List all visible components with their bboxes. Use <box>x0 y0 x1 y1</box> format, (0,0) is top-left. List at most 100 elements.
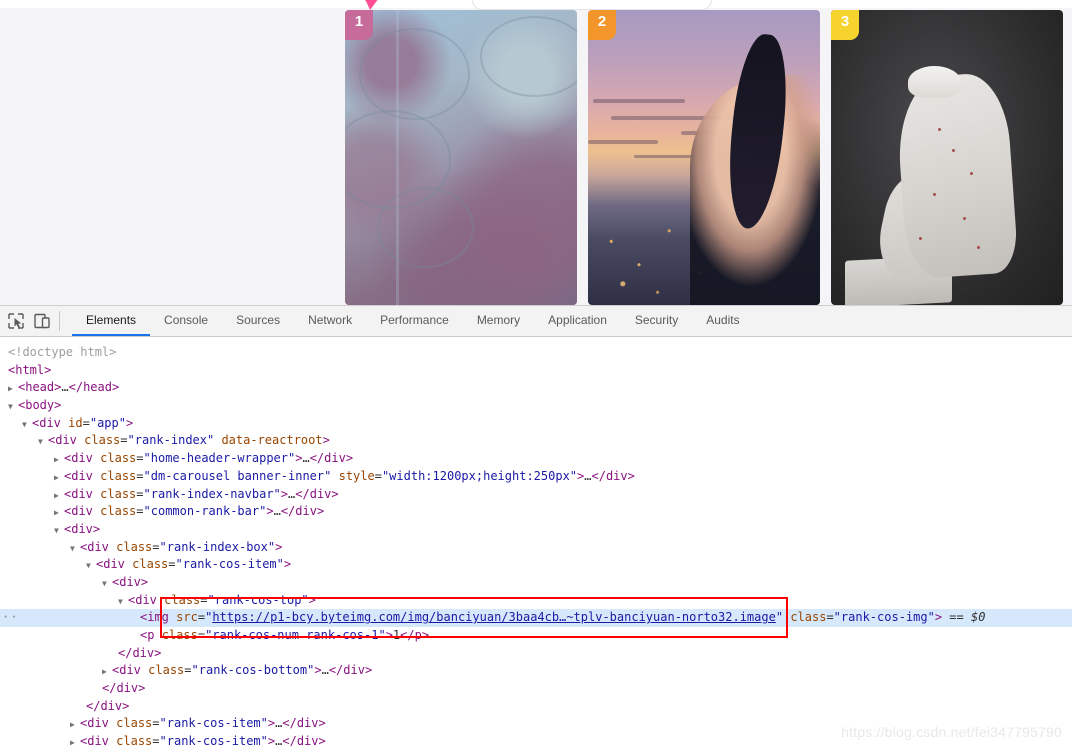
dom-line-selected-img[interactable]: ·· <img src="https://p1-bcy.byteimg.com/i… <box>0 609 1072 627</box>
tag-div-close: div <box>324 451 346 466</box>
tab-security[interactable]: Security <box>621 306 692 336</box>
tab-memory[interactable]: Memory <box>463 306 534 336</box>
doctype-text: <!doctype html> <box>8 345 117 359</box>
devtools-tab-bar: Elements Console Sources Network Perform… <box>72 306 754 336</box>
devtools-panel: Elements Console Sources Network Perform… <box>0 305 1072 748</box>
twisty-rank-index-icon[interactable] <box>38 432 48 451</box>
dom-line-rank-cos-item-open[interactable]: <div class="rank-cos-item"> <box>0 556 1072 574</box>
dom-line-plain-div[interactable]: <div> <box>0 521 1072 539</box>
tab-performance[interactable]: Performance <box>366 306 463 336</box>
attr-class-value: "rank-cos-img" <box>833 610 935 625</box>
attr-class: class <box>132 557 169 572</box>
tag-div-close: div <box>605 468 628 483</box>
dom-line-rank-cos-num[interactable]: <p class="rank-cos-num rank-cos-1">1</p> <box>0 627 1072 645</box>
page-top-search-pill[interactable] <box>472 0 712 10</box>
rank-card-2[interactable]: 2 <box>588 10 820 305</box>
twisty-icon[interactable] <box>54 468 64 487</box>
tag-div: div <box>71 451 93 466</box>
twisty-app-icon[interactable] <box>22 415 32 434</box>
dom-line-app[interactable]: <div id="app"> <box>0 415 1072 433</box>
twisty-icon[interactable] <box>70 539 80 558</box>
dom-line-close-inner-div: </div> <box>102 681 146 696</box>
twisty-icon[interactable] <box>54 521 64 540</box>
tab-elements[interactable]: Elements <box>72 306 151 336</box>
dom-line-dm-carousel[interactable]: <div class="dm-carousel banner-inner" st… <box>0 468 1072 486</box>
rank-card-2-photo <box>588 10 820 305</box>
twisty-icon[interactable] <box>54 503 64 522</box>
dom-line-rank-index-box[interactable]: <div class="rank-index-box"> <box>0 539 1072 557</box>
rank-card-3[interactable]: 3 <box>831 10 1063 305</box>
dom-line-rank-index-navbar[interactable]: <div class="rank-index-navbar">…</div> <box>0 486 1072 504</box>
tag-div: div <box>119 574 141 589</box>
rank-badge: 3 <box>831 10 859 40</box>
tag-html: html <box>15 362 45 377</box>
twisty-icon[interactable] <box>54 450 64 469</box>
tag-div: div <box>71 468 93 483</box>
attr-class-value: "rank-cos-top" <box>207 592 309 607</box>
collapsed-ellipsis: … <box>302 451 310 466</box>
collapsed-ellipsis: … <box>61 380 69 395</box>
device-toolbar-icon[interactable] <box>32 311 52 331</box>
selected-node-ref: == $0 <box>949 610 986 625</box>
tag-head-close: head <box>83 380 112 395</box>
twisty-icon[interactable] <box>70 733 80 752</box>
attr-style: style <box>338 468 375 483</box>
dom-line-doctype: <!doctype html> <box>0 344 1072 362</box>
toolbar-separator <box>59 311 60 331</box>
tab-application[interactable]: Application <box>534 306 621 336</box>
attr-class: class <box>116 539 153 554</box>
twisty-icon[interactable] <box>102 662 112 681</box>
dom-tree[interactable]: <!doctype html> <html> <head>…</head> <b… <box>0 337 1072 754</box>
tab-network[interactable]: Network <box>294 306 366 336</box>
tag-div: div <box>87 716 109 731</box>
twisty-icon[interactable] <box>70 715 80 734</box>
dom-line-common-rank-bar[interactable]: <div class="common-rank-bar">…</div> <box>0 503 1072 521</box>
attr-class-value: "rank-cos-item" <box>175 557 284 572</box>
dom-line-head[interactable]: <head>…</head> <box>0 379 1072 397</box>
dom-line-home-header-wrapper[interactable]: <div class="home-header-wrapper">…</div> <box>0 450 1072 468</box>
attr-src: src <box>176 610 198 625</box>
attr-class-value: "rank-cos-bottom" <box>191 663 315 678</box>
tag-div: div <box>87 734 109 749</box>
dom-line-html[interactable]: <html> <box>0 362 1072 380</box>
attr-class-value: "home-header-wrapper" <box>143 451 296 466</box>
tag-p-close: p <box>414 628 422 642</box>
twisty-body-icon[interactable] <box>8 397 18 416</box>
tab-audits[interactable]: Audits <box>692 306 753 336</box>
dom-line-close-rank-cos-top: </div> <box>118 645 162 660</box>
twisty-icon[interactable] <box>102 574 112 593</box>
rank-card-3-photo <box>831 10 1063 305</box>
tag-div-close: div <box>132 645 155 660</box>
twisty-icon[interactable] <box>86 556 96 575</box>
attr-class: class <box>161 628 198 642</box>
collapsed-ellipsis: … <box>584 468 592 483</box>
twisty-head-icon[interactable] <box>8 379 18 398</box>
collapsed-ellipsis: … <box>321 663 329 678</box>
tab-console[interactable]: Console <box>150 306 222 336</box>
tag-div-close: div <box>343 663 365 678</box>
twisty-icon[interactable] <box>118 592 128 611</box>
img-src-link[interactable]: https://p1-bcy.byteimg.com/img/banciyuan… <box>212 610 776 624</box>
dom-line-body[interactable]: <body> <box>0 397 1072 415</box>
tag-div-close: div <box>296 734 319 749</box>
inspect-element-icon[interactable] <box>6 311 26 331</box>
rank-card-1[interactable]: 1 <box>345 10 577 305</box>
tab-sources[interactable]: Sources <box>222 306 294 336</box>
dom-line-rank-cos-top[interactable]: <div class="rank-cos-top"> <box>0 592 1072 610</box>
dom-line-rank-cos-bottom[interactable]: <div class="rank-cos-bottom">…</div> <box>0 662 1072 680</box>
twisty-icon[interactable] <box>54 486 64 505</box>
attr-class: class <box>148 663 185 678</box>
dom-line-close-rank-cos-item: </div> <box>86 698 130 713</box>
tag-div-close: div <box>295 504 317 519</box>
tag-div-close: div <box>100 698 123 713</box>
attr-class: class <box>100 451 137 466</box>
dom-line-rank-index[interactable]: <div class="rank-index" data-reactroot> <box>0 432 1072 450</box>
attr-class-value: "rank-index-navbar" <box>143 486 281 501</box>
attr-id-value: "app" <box>89 415 126 430</box>
attr-id: id <box>68 415 83 430</box>
dom-line-inner-div[interactable]: <div> <box>0 574 1072 592</box>
tag-body: body <box>25 398 55 413</box>
tag-p: p <box>147 628 155 642</box>
attr-class-value: "dm-carousel banner-inner" <box>143 468 332 483</box>
tag-div-close: div <box>309 486 332 501</box>
